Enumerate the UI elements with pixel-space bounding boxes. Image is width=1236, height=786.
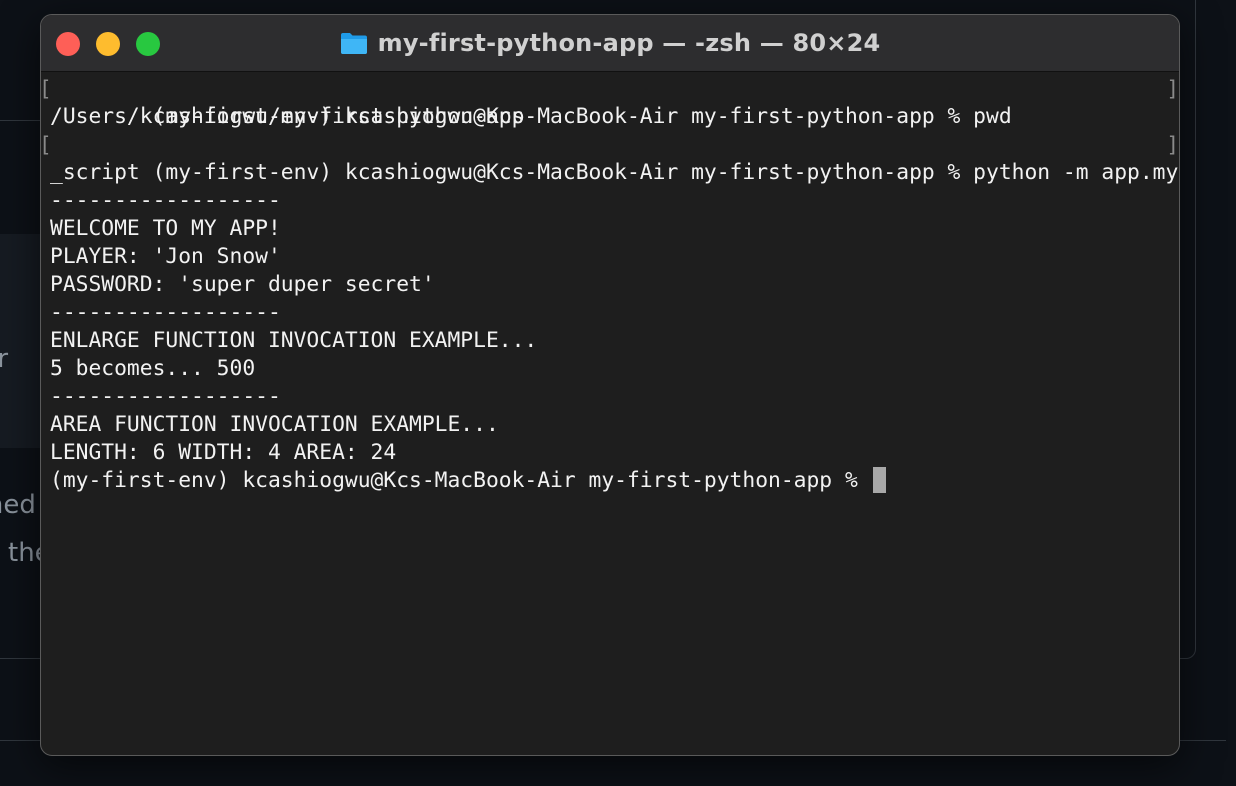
terminal-line: ENLARGE FUNCTION INVOCATION EXAMPLE... <box>50 328 538 353</box>
terminal-line: AREA FUNCTION INVOCATION EXAMPLE... <box>50 412 499 437</box>
terminal-line: ------------------ <box>50 384 281 409</box>
wrap-bracket-right: ] <box>1166 133 1179 157</box>
terminal-line: [(my-first-env) kcashiogwu@Kcs-MacBook-A… <box>40 133 1179 185</box>
terminal-line: /Users/kcashiogwu/my-first-python-app <box>50 104 525 129</box>
window-title: my-first-python-app — -zsh — 80×24 <box>41 15 1179 71</box>
wrap-bracket-left: [ <box>40 77 52 101</box>
terminal-line: ------------------ <box>50 300 281 325</box>
terminal-output[interactable]: [ (my-first-env) kcashiogwu@Kcs-MacBook-A… <box>41 75 1179 755</box>
window-title-text: my-first-python-app — -zsh — 80×24 <box>377 29 881 57</box>
text-cursor <box>872 467 886 493</box>
terminal-line: LENGTH: 6 WIDTH: 4 AREA: 24 <box>50 440 397 465</box>
folder-icon <box>340 31 368 55</box>
background-code-block <box>0 234 40 448</box>
wrap-bracket-left: [ <box>40 133 52 157</box>
desktop: tir med the my-first-python-app — -zsh —… <box>0 0 1236 786</box>
terminal-line: PASSWORD: 'super duper secret' <box>50 272 435 297</box>
terminal-line: _script <box>50 160 140 185</box>
shell-prompt: (my-first-env) kcashiogwu@Kcs-MacBook-Ai… <box>50 468 871 493</box>
terminal-line: [(my-first-env) kcashiogwu@Kcs-MacBook-A… <box>40 77 1179 129</box>
terminal-line: WELCOME TO MY APP! <box>50 216 281 241</box>
wrap-bracket-right: ] <box>1166 77 1179 101</box>
terminal-line: PLAYER: 'Jon Snow' <box>50 244 281 269</box>
terminal-line: ------------------ <box>50 188 281 213</box>
terminal-prompt-line[interactable]: (my-first-env) kcashiogwu@Kcs-MacBook-Ai… <box>41 467 1179 495</box>
terminal-line: 5 becomes... 500 <box>50 356 256 381</box>
background-text-fragment: med <box>0 490 36 520</box>
background-text-fragment: tir <box>0 344 9 374</box>
terminal-window[interactable]: my-first-python-app — -zsh — 80×24 [ (my-… <box>40 14 1180 756</box>
title-bar[interactable]: my-first-python-app — -zsh — 80×24 <box>41 15 1179 72</box>
background-divider <box>0 120 40 121</box>
